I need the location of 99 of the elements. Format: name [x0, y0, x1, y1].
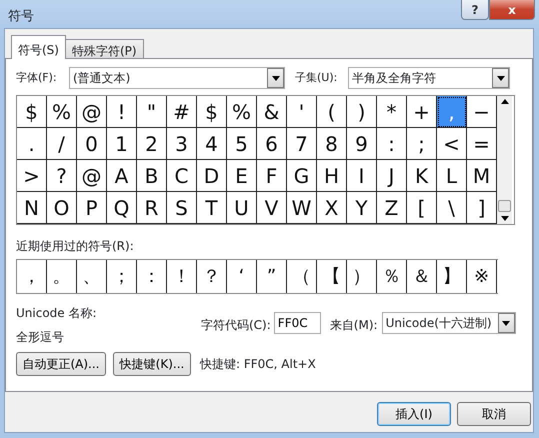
symbol-cell[interactable]: 9: [347, 128, 377, 160]
symbol-cell[interactable]: 7: [287, 128, 317, 160]
symbol-cell[interactable]: X: [317, 192, 347, 224]
symbol-cell[interactable]: T: [197, 192, 227, 224]
recent-symbol-cell[interactable]: ：: [137, 260, 167, 293]
symbol-cell[interactable]: <: [437, 128, 467, 160]
char-code-label: 字符代码(C):: [201, 317, 271, 334]
symbol-cell[interactable]: Q: [107, 192, 137, 224]
symbol-cell[interactable]: 1: [107, 128, 137, 160]
recent-symbol-cell[interactable]: ‘: [227, 260, 257, 293]
recent-symbol-cell[interactable]: ；: [107, 260, 137, 293]
scroll-down-icon[interactable]: [500, 216, 508, 221]
scroll-up-icon[interactable]: [500, 99, 508, 104]
from-dropdown[interactable]: Unicode(十六进制): [382, 312, 516, 334]
symbol-cell[interactable]: J: [377, 160, 407, 192]
unicode-name: 全形逗号: [16, 329, 65, 346]
recent-symbol-cell[interactable]: ）: [347, 260, 377, 293]
symbol-cell[interactable]: G: [287, 160, 317, 192]
symbol-cell[interactable]: 0: [77, 128, 107, 160]
symbol-cell[interactable]: A: [107, 160, 137, 192]
symbol-cell[interactable]: B: [137, 160, 167, 192]
symbol-cell[interactable]: V: [257, 192, 287, 224]
symbol-cell[interactable]: 5: [227, 128, 257, 160]
recent-symbol-cell[interactable]: ！: [167, 260, 197, 293]
symbol-cell[interactable]: R: [137, 192, 167, 224]
symbol-cell[interactable]: 3: [167, 128, 197, 160]
symbol-cell[interactable]: ): [347, 96, 377, 128]
symbol-cell[interactable]: C: [167, 160, 197, 192]
symbol-cell[interactable]: ': [287, 96, 317, 128]
recent-symbol-cell[interactable]: ”: [257, 260, 287, 293]
symbol-cell[interactable]: ?: [47, 160, 77, 192]
symbol-cell[interactable]: 2: [137, 128, 167, 160]
symbol-cell[interactable]: Z: [377, 192, 407, 224]
symbol-cell[interactable]: K: [407, 160, 437, 192]
recent-symbol-cell[interactable]: 。: [47, 260, 77, 293]
font-label: 字体(F):: [16, 70, 58, 86]
from-label: 来自(M):: [330, 317, 378, 334]
char-code-field[interactable]: FF0C: [274, 312, 321, 334]
insert-button[interactable]: 插入(I): [377, 402, 451, 426]
symbol-cell[interactable]: 4: [197, 128, 227, 160]
tab[interactable]: 特殊字符(P): [64, 39, 144, 59]
symbol-cell[interactable]: $: [197, 96, 227, 128]
symbol-cell[interactable]: 8: [317, 128, 347, 160]
recent-symbol-cell[interactable]: （: [287, 260, 317, 293]
recent-symbols-label: 近期使用过的符号(R):: [16, 238, 135, 255]
recent-symbol-cell[interactable]: ，: [17, 260, 47, 293]
symbol-cell[interactable]: >: [17, 160, 47, 192]
symbol-cell[interactable]: D: [197, 160, 227, 192]
recent-symbol-cell[interactable]: 、: [77, 260, 107, 293]
symbol-cell[interactable]: W: [287, 192, 317, 224]
recent-symbol-cell[interactable]: ？: [197, 260, 227, 293]
shortcut-text: 快捷键: FF0C, Alt+X: [200, 356, 316, 373]
symbol-cell[interactable]: ": [137, 96, 167, 128]
recent-symbol-cell[interactable]: ＆: [407, 260, 437, 293]
subset-label: 子集(U):: [295, 70, 338, 86]
symbol-cell[interactable]: O: [47, 192, 77, 224]
symbol-cell[interactable]: *: [377, 96, 407, 128]
symbol-cell[interactable]: N: [17, 192, 47, 224]
tab[interactable]: 符号(S): [11, 35, 66, 59]
scrollbar[interactable]: [497, 96, 512, 224]
symbol-cell[interactable]: !: [107, 96, 137, 128]
symbol-cell[interactable]: H: [317, 160, 347, 192]
symbol-cell[interactable]: .: [17, 128, 47, 160]
font-dropdown[interactable]: (普通文本): [69, 67, 285, 89]
recent-symbol-cell[interactable]: 】: [437, 260, 467, 293]
unicode-name-label: Unicode 名称:: [16, 305, 98, 322]
recent-symbol-cell[interactable]: ％: [377, 260, 407, 293]
symbol-cell[interactable]: &: [257, 96, 287, 128]
symbol-cell[interactable]: @: [77, 96, 107, 128]
symbol-cell[interactable]: (: [317, 96, 347, 128]
symbol-cell[interactable]: %: [47, 96, 77, 128]
symbol-cell[interactable]: ;: [407, 128, 437, 160]
recent-symbol-cell[interactable]: 【: [317, 260, 347, 293]
symbol-cell[interactable]: L: [437, 160, 467, 192]
cancel-button[interactable]: 取消: [457, 402, 531, 426]
symbol-cell[interactable]: U: [227, 192, 257, 224]
autocorrect-button[interactable]: 自动更正(A)...: [16, 352, 106, 376]
symbol-cell[interactable]: $: [17, 96, 47, 128]
symbol-cell[interactable]: /: [47, 128, 77, 160]
symbol-cell[interactable]: [: [407, 192, 437, 224]
symbol-cell[interactable]: \: [437, 192, 467, 224]
subset-dropdown[interactable]: 半角及全角字符: [348, 67, 510, 89]
close-button[interactable]: x: [489, 0, 535, 20]
window-title: 符号: [8, 8, 34, 26]
symbol-cell[interactable]: 6: [257, 128, 287, 160]
recent-symbol-cell[interactable]: ※: [467, 260, 497, 293]
symbol-cell[interactable]: #: [167, 96, 197, 128]
symbol-cell[interactable]: F: [257, 160, 287, 192]
scroll-thumb[interactable]: [498, 200, 511, 212]
symbol-cell[interactable]: I: [347, 160, 377, 192]
symbol-cell[interactable]: P: [77, 192, 107, 224]
symbol-cell[interactable]: E: [227, 160, 257, 192]
shortcut-key-button[interactable]: 快捷键(K)...: [113, 352, 191, 376]
symbol-cell[interactable]: Y: [347, 192, 377, 224]
help-button[interactable]: ?: [461, 0, 489, 20]
symbol-cell[interactable]: :: [377, 128, 407, 160]
symbol-cell[interactable]: @: [77, 160, 107, 192]
symbol-cell[interactable]: %: [227, 96, 257, 128]
symbol-cell[interactable]: S: [167, 192, 197, 224]
